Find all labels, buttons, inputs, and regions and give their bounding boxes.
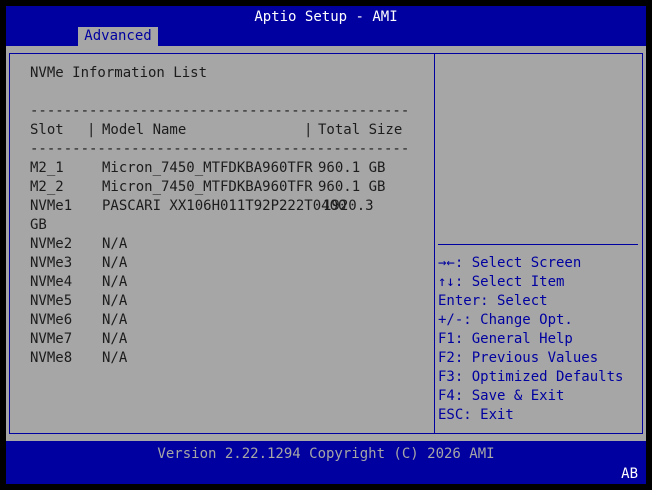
app-title: Aptio Setup - AMI — [254, 9, 398, 25]
help-esc-exit: ESC: Exit — [438, 407, 514, 423]
table-row-slot: NVMe1 — [30, 198, 73, 214]
table-row-slot: NVMe4 — [30, 274, 73, 290]
help-save-exit: F4: Save & Exit — [438, 388, 565, 404]
table-row-slot: M2_1 — [30, 160, 64, 176]
column-divider: | — [87, 122, 96, 138]
help-divider — [438, 244, 638, 245]
table-row-slot: M2_2 — [30, 179, 64, 195]
table-row-model: N/A — [102, 255, 128, 271]
table-row-size: 960.1 GB — [318, 179, 386, 195]
table-row-model: Micron_7450_MTFDKBA960TFR — [102, 160, 313, 176]
column-divider: | — [304, 122, 313, 138]
column-header-slot: Slot — [30, 122, 64, 138]
table-row-slot: NVMe5 — [30, 293, 73, 309]
table-row-model: N/A — [102, 293, 128, 309]
table-row-slot: NVMe8 — [30, 350, 73, 366]
table-row-model: N/A — [102, 331, 128, 347]
table-separator-header: ----------------------------------------… — [30, 141, 410, 157]
table-row-size: 1920.3 — [323, 198, 374, 214]
column-header-model: Model Name — [102, 122, 187, 138]
help-enter-select: Enter: Select — [438, 293, 548, 309]
help-change-opt: +/-: Change Opt. — [438, 312, 573, 328]
table-row-model: PASCARI XX106H011T92P222T0400 — [102, 198, 347, 214]
table-row-model: N/A — [102, 236, 128, 252]
table-row-slot: NVMe3 — [30, 255, 73, 271]
table-row-model: N/A — [102, 312, 128, 328]
help-general-help: F1: General Help — [438, 331, 573, 347]
footer-bar: Version 2.22.1294 Copyright (C) 2026 AMI… — [6, 441, 646, 484]
table-row-slot: NVMe2 — [30, 236, 73, 252]
table-row-slot: NVMe7 — [30, 331, 73, 347]
table-row-model: Micron_7450_MTFDKBA960TFR — [102, 179, 313, 195]
status-badge: AB — [621, 466, 638, 482]
column-header-size: Total Size — [318, 122, 403, 138]
help-optimized-defaults: F3: Optimized Defaults — [438, 369, 624, 385]
table-row-slot: NVMe6 — [30, 312, 73, 328]
tab-advanced[interactable]: Advanced — [78, 27, 158, 46]
table-row-model: N/A — [102, 274, 128, 290]
help-select-screen: →←: Select Screen — [438, 255, 582, 271]
page-title: NVMe Information List — [30, 65, 208, 81]
version-text: Version 2.22.1294 Copyright (C) 2026 AMI — [157, 446, 495, 462]
table-row-size: 960.1 GB — [318, 160, 386, 176]
header-bar: Aptio Setup - AMI Advanced — [6, 6, 646, 46]
table-separator-top: ----------------------------------------… — [30, 103, 410, 119]
help-select-item: ↑↓: Select Item — [438, 274, 565, 290]
table-row-model: N/A — [102, 350, 128, 366]
help-previous-values: F2: Previous Values — [438, 350, 599, 366]
bios-screen: Aptio Setup - AMI Advanced NVMe Informat… — [6, 6, 646, 484]
table-row-continuation: GB — [30, 217, 47, 233]
